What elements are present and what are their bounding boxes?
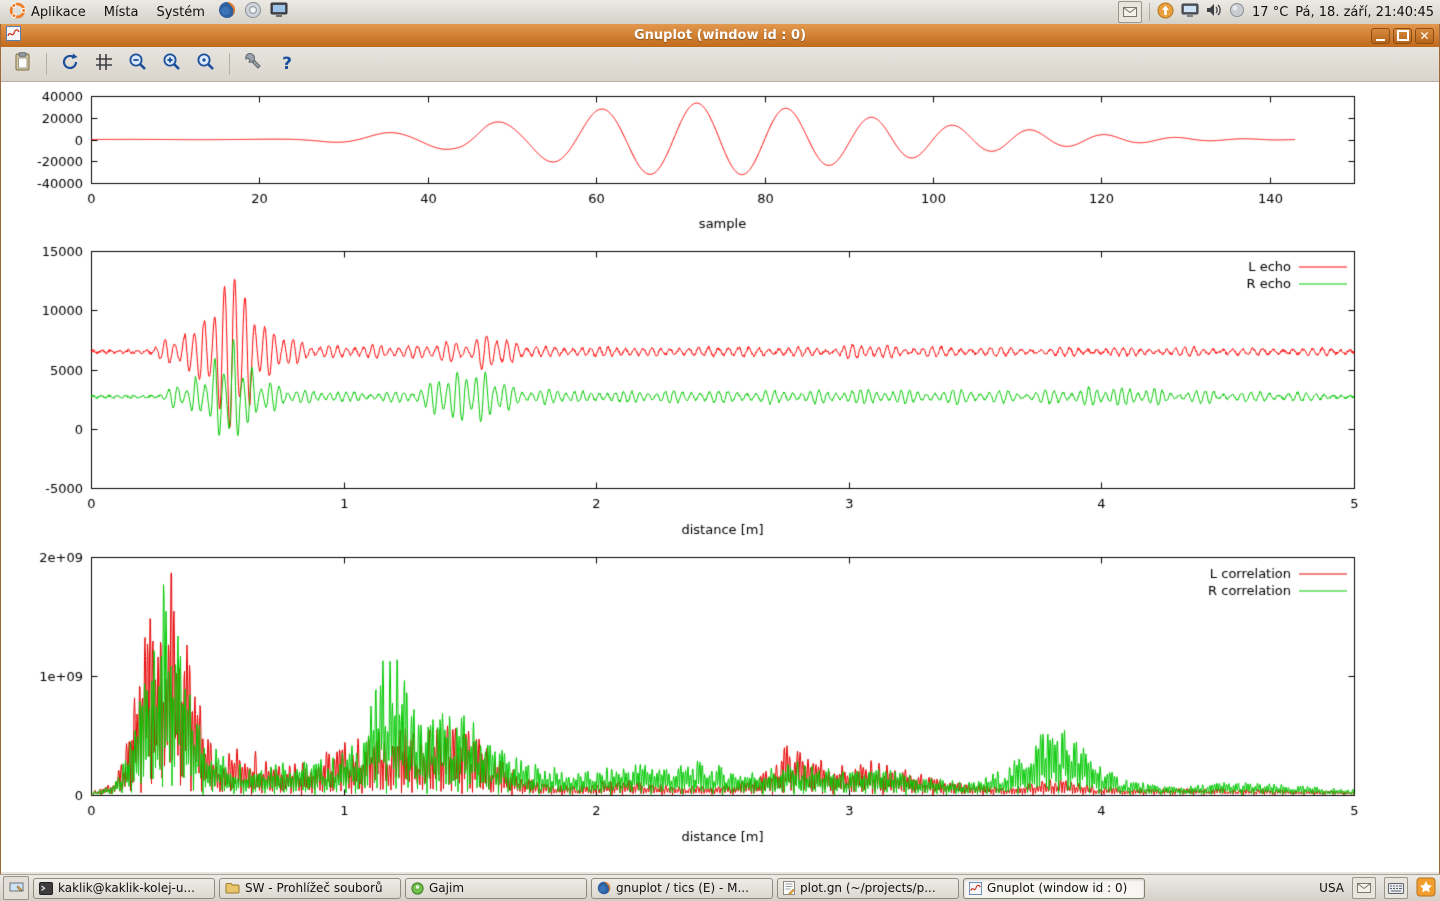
task-gajim[interactable]: Gajim <box>405 878 587 899</box>
firefox-icon <box>597 881 611 895</box>
keyboard-applet-icon[interactable] <box>1384 877 1408 899</box>
top-panel-tray: 17 °C Pá, 18. září, 21:40:45 <box>1118 1 1440 23</box>
toolbar: ? <box>1 47 1439 82</box>
task-terminal[interactable]: kaklik@kaklik-kolej-u... <box>33 878 215 899</box>
autoscale-button[interactable] <box>192 51 220 77</box>
mail-notification-icon[interactable] <box>1118 1 1142 23</box>
minimize-button[interactable] <box>1371 28 1390 44</box>
update-manager-icon[interactable] <box>1157 2 1174 23</box>
maximize-button[interactable] <box>1393 28 1412 44</box>
help-question-icon: ? <box>282 54 292 74</box>
volume-icon[interactable] <box>1206 3 1222 21</box>
keyboard-layout-label[interactable]: USA <box>1319 881 1344 895</box>
task-text-editor[interactable]: plot.gn (~/projects/p... <box>777 878 959 899</box>
mail-applet-icon[interactable] <box>1352 877 1376 899</box>
help-icon <box>244 1 262 23</box>
clock-label[interactable]: Pá, 18. září, 21:40:45 <box>1295 5 1434 20</box>
configure-button[interactable] <box>239 51 267 77</box>
task-file-browser[interactable]: SW - Prohlížeč souborů <box>219 878 401 899</box>
autoscale-icon <box>196 52 216 76</box>
task-firefox[interactable]: gnuplot / tics (E) - M... <box>591 878 773 899</box>
screenshot-icon <box>270 2 288 22</box>
menu-applications-label: Aplikace <box>31 5 86 20</box>
gnuplot-window: Gnuplot (window id : 0) ✕ <box>0 24 1440 874</box>
toolbar-separator <box>46 53 47 75</box>
tray-separator <box>1149 3 1150 21</box>
window-icon <box>6 26 21 45</box>
gnuplot-icon <box>969 882 982 895</box>
update-notifier-icon[interactable] <box>1416 877 1436 900</box>
folder-icon <box>225 882 240 894</box>
window-title: Gnuplot (window id : 0) <box>1 28 1439 43</box>
copy-icon <box>14 52 32 76</box>
task-label: gnuplot / tics (E) - M... <box>616 881 749 895</box>
show-desktop-button[interactable] <box>3 876 29 900</box>
help-button[interactable]: ? <box>273 51 301 77</box>
firefox-icon <box>218 1 236 23</box>
copy-button[interactable] <box>9 51 37 77</box>
wrench-icon <box>243 52 263 76</box>
zoom-next-icon <box>162 52 182 76</box>
window-buttons: ✕ <box>1371 28 1434 44</box>
task-gnuplot[interactable]: Gnuplot (window id : 0) <box>963 878 1145 899</box>
menu-system-label: Systém <box>156 5 204 20</box>
zoom-previous-icon <box>128 52 148 76</box>
weather-icon[interactable] <box>1229 2 1245 22</box>
grid-icon <box>95 53 113 75</box>
task-label: Gnuplot (window id : 0) <box>987 881 1127 895</box>
replot-icon <box>60 52 80 76</box>
zoom-previous-button[interactable] <box>124 51 152 77</box>
menu-system[interactable]: Systém <box>147 0 213 24</box>
menu-places-label: Místa <box>104 5 139 20</box>
titlebar[interactable]: Gnuplot (window id : 0) ✕ <box>1 24 1439 48</box>
task-label: plot.gn (~/projects/p... <box>800 881 936 895</box>
minimize-icon <box>1376 39 1385 41</box>
grid-button[interactable] <box>90 51 118 77</box>
bottom-panel-tray: USA <box>1319 877 1440 900</box>
plots-canvas[interactable] <box>1 82 1440 872</box>
top-panel: Aplikace Místa Systém <box>0 0 1440 25</box>
replot-button[interactable] <box>56 51 84 77</box>
remote-display-icon[interactable] <box>1181 3 1199 22</box>
terminal-icon <box>39 882 53 895</box>
task-label: Gajim <box>429 881 464 895</box>
help-launcher[interactable] <box>242 1 264 23</box>
toolbar-separator-2 <box>229 53 230 75</box>
close-icon: ✕ <box>1419 30 1429 42</box>
bottom-panel: kaklik@kaklik-kolej-u... SW - Prohlížeč … <box>0 874 1440 901</box>
menu-places[interactable]: Místa <box>95 0 148 24</box>
close-button[interactable]: ✕ <box>1415 28 1434 44</box>
ubuntu-logo-icon <box>9 2 26 23</box>
task-label: kaklik@kaklik-kolej-u... <box>58 881 195 895</box>
screenshot-launcher[interactable] <box>268 1 290 23</box>
plot-area <box>1 82 1439 872</box>
task-label: SW - Prohlížeč souborů <box>245 881 383 895</box>
show-desktop-icon <box>9 882 24 895</box>
gajim-icon <box>411 882 424 895</box>
text-editor-icon <box>783 881 795 895</box>
temperature-label[interactable]: 17 °C <box>1252 5 1288 20</box>
zoom-next-button[interactable] <box>158 51 186 77</box>
menu-applications[interactable]: Aplikace <box>0 0 95 24</box>
firefox-launcher[interactable] <box>216 1 238 23</box>
maximize-icon <box>1397 30 1409 41</box>
